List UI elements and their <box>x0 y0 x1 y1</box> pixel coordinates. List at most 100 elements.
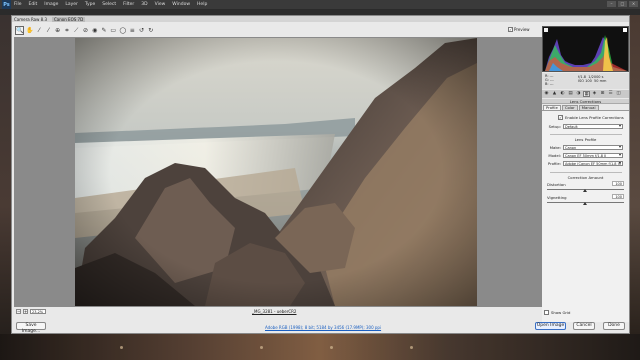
vignetting-value[interactable]: 100 <box>612 194 624 199</box>
basic-panel-icon[interactable]: ◉ <box>543 91 550 97</box>
distortion-value[interactable]: 100 <box>612 181 624 186</box>
panel-title: Lens Corrections <box>542 99 629 104</box>
effects-panel-icon[interactable]: ◈ <box>591 91 598 97</box>
photo-image <box>75 38 477 306</box>
lens-profile-panel: ✓ Enable Lens Profile Corrections Setup:… <box>542 110 629 322</box>
camera-info: R: --- G: --- B: --- f/1.8 1/2000 s ISO … <box>542 73 629 89</box>
histogram <box>542 26 629 72</box>
shadow-clipping-indicator <box>544 28 548 32</box>
setup-select[interactable]: Default <box>563 124 623 129</box>
correction-heading: Correction Amount <box>567 175 604 180</box>
tone-curve-panel-icon[interactable]: ▲ <box>551 91 558 97</box>
rotate-ccw-tool-icon[interactable]: ↺ <box>137 26 145 35</box>
straighten-tool-icon[interactable]: ⟋ <box>72 26 80 35</box>
iso: ISO 100 <box>578 79 592 83</box>
color-sampler-tool-icon[interactable]: ⁄ <box>44 26 52 35</box>
enable-profile-label: Enable Lens Profile Corrections <box>565 115 624 120</box>
zoom-in-button[interactable]: + <box>23 309 28 314</box>
setup-row: Setup: Default <box>547 124 623 129</box>
window-controls: – □ × <box>607 1 638 7</box>
targeted-adjustment-tool-icon[interactable]: ⊕ <box>54 26 62 35</box>
dialog-titlebar: Camera Raw 8.3 Canon EOS 7D <box>12 16 629 22</box>
model-row: Model: Canon EF 50mm f/1.8 II <box>547 153 623 158</box>
menu-view[interactable]: View <box>155 2 166 7</box>
panel-tab-icons: ◉ ▲ ◐ ▤ ◑ ▦ ◈ ⊞ ☰ ◫ <box>542 90 629 98</box>
preview-label: Preview <box>514 27 530 32</box>
divider <box>550 172 622 173</box>
camera-calibration-panel-icon[interactable]: ⊞ <box>599 91 606 97</box>
red-eye-tool-icon[interactable]: ◉ <box>91 26 99 35</box>
show-grid-checkbox[interactable] <box>544 310 549 315</box>
show-grid-label: Show Grid <box>551 310 571 315</box>
menu-filter[interactable]: Filter <box>123 2 134 7</box>
distortion-label: Distortion <box>547 182 566 187</box>
make-label: Make: <box>549 145 561 150</box>
menu-window[interactable]: Window <box>172 2 190 7</box>
split-toning-panel-icon[interactable]: ◑ <box>575 91 582 97</box>
make-row: Make: Canon <box>547 145 623 150</box>
model-label: Model: <box>548 153 561 158</box>
preview-toggle[interactable]: ✓ Preview <box>508 27 530 32</box>
enable-profile-row[interactable]: ✓ Enable Lens Profile Corrections <box>558 115 624 120</box>
show-grid-row[interactable]: Show Grid <box>544 310 570 315</box>
bokeh-dot <box>410 346 413 349</box>
menu-layer[interactable]: Layer <box>65 2 78 7</box>
crop-tool-icon[interactable]: ⌗ <box>63 26 71 35</box>
menu-image[interactable]: Image <box>44 2 58 7</box>
adjustment-panel: R: --- G: --- B: --- f/1.8 1/2000 s ISO … <box>542 26 629 326</box>
lens-corrections-panel-icon[interactable]: ▦ <box>583 91 590 97</box>
workflow-options-link[interactable]: Adobe RGB (1998); 8 bit; 5184 by 3456 (1… <box>265 325 381 330</box>
hand-tool-icon[interactable]: ✋ <box>25 26 34 35</box>
highlight-clipping-indicator <box>623 28 627 32</box>
camera-raw-dialog: Camera Raw 8.3 Canon EOS 7D 🔍 ✋ ⁄ ⁄ ⊕ ⌗ ⟋ ⊘ ◉ ✎ ▭ ◯… <box>11 15 630 334</box>
zoom-tool-icon[interactable]: 🔍 <box>15 25 24 35</box>
camera-model: Canon EOS 7D <box>52 16 86 22</box>
lens-profile-heading: Lens Profile <box>574 137 597 142</box>
make-select[interactable]: Canon <box>563 145 623 150</box>
spot-removal-tool-icon[interactable]: ⊘ <box>81 26 89 35</box>
profile-row: Profile: Adobe (Canon EF 50mm f/1.8 II) <box>547 161 623 166</box>
snapshots-panel-icon[interactable]: ◫ <box>615 91 622 97</box>
menu-type[interactable]: Type <box>85 2 95 7</box>
photoshop-menubar: Ps File Edit Image Layer Type Select Fil… <box>0 0 640 9</box>
enable-profile-checkbox[interactable]: ✓ <box>558 115 563 120</box>
presets-panel-icon[interactable]: ☰ <box>607 91 614 97</box>
taskbar-background <box>0 334 640 360</box>
filename-label: _MG_3281 - ueberCR2 <box>252 309 297 314</box>
model-select[interactable]: Canon EF 50mm f/1.8 II <box>563 153 623 158</box>
workspace-background-left <box>0 15 11 334</box>
save-image-button[interactable]: Save Image... <box>16 322 46 334</box>
menu-edit[interactable]: Edit <box>29 2 38 7</box>
menu-help[interactable]: Help <box>197 2 207 7</box>
preview-checkbox[interactable]: ✓ <box>508 27 513 32</box>
focal-length: 50 mm <box>594 79 607 83</box>
bokeh-dot <box>330 346 333 349</box>
profile-select[interactable]: Adobe (Canon EF 50mm f/1.8 II) <box>563 161 623 166</box>
graduated-filter-tool-icon[interactable]: ▭ <box>109 26 117 35</box>
minimize-icon[interactable]: – <box>607 1 616 7</box>
close-icon[interactable]: × <box>629 1 638 7</box>
photoshop-logo: Ps <box>2 0 11 9</box>
preferences-tool-icon[interactable]: ≡ <box>128 26 136 35</box>
menu-3d[interactable]: 3D <box>141 2 147 7</box>
maximize-icon[interactable]: □ <box>618 1 627 7</box>
menu-file[interactable]: File <box>14 2 22 7</box>
histogram-graph <box>544 28 627 71</box>
setup-label: Setup: <box>548 124 561 129</box>
vignetting-slider-thumb[interactable] <box>583 202 587 205</box>
white-balance-tool-icon[interactable]: ⁄ <box>35 26 43 35</box>
hsl-panel-icon[interactable]: ▤ <box>567 91 574 97</box>
zoom-level-select[interactable]: 23.2% <box>30 309 46 314</box>
menu-select[interactable]: Select <box>102 2 116 7</box>
image-canvas[interactable] <box>14 37 542 307</box>
rgb-readout: R: --- G: --- B: --- <box>545 74 554 86</box>
detail-panel-icon[interactable]: ◐ <box>559 91 566 97</box>
adjustment-brush-tool-icon[interactable]: ✎ <box>100 26 108 35</box>
distortion-slider-thumb[interactable] <box>583 189 587 192</box>
radial-filter-tool-icon[interactable]: ◯ <box>118 26 127 35</box>
rotate-cw-tool-icon[interactable]: ↻ <box>147 26 155 35</box>
zoom-out-button[interactable]: − <box>16 309 21 314</box>
tool-strip: 🔍 ✋ ⁄ ⁄ ⊕ ⌗ ⟋ ⊘ ◉ ✎ ▭ ◯ ≡ ↺ ↻ <box>15 25 155 35</box>
vignetting-label: Vignetting <box>547 195 567 200</box>
profile-label: Profile: <box>547 161 561 166</box>
